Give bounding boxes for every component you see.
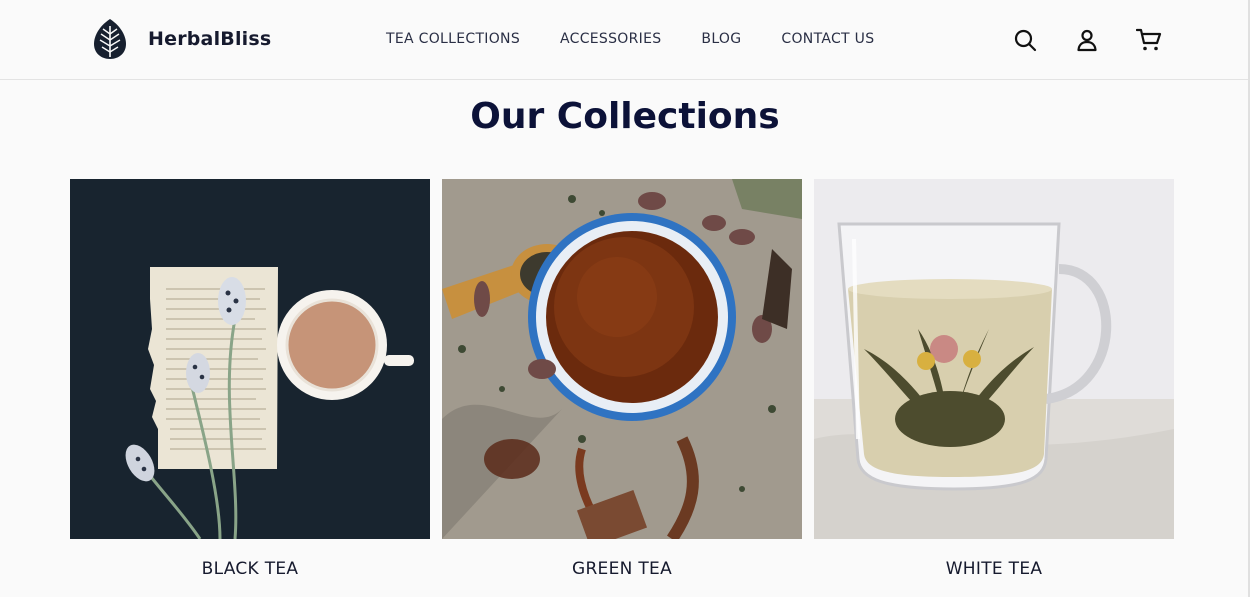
- account-button[interactable]: [1074, 26, 1100, 54]
- cart-icon: [1136, 28, 1162, 51]
- collection-label[interactable]: BLACK TEA: [70, 559, 430, 579]
- black-tea-image[interactable]: [70, 179, 430, 539]
- header-actions: [1012, 26, 1162, 54]
- user-icon: [1077, 29, 1097, 52]
- nav-tea-collections[interactable]: TEA COLLECTIONS: [386, 31, 520, 47]
- collection-card-white-tea[interactable]: WHITE TEA: [814, 179, 1174, 579]
- collection-card-green-tea[interactable]: GREEN TEA: [442, 179, 802, 579]
- white-tea-image[interactable]: [814, 179, 1174, 539]
- nav-contact-us[interactable]: CONTACT US: [781, 31, 874, 47]
- nav-accessories[interactable]: ACCESSORIES: [560, 31, 661, 47]
- collection-label[interactable]: WHITE TEA: [814, 559, 1174, 579]
- leaf-icon: [94, 19, 126, 59]
- cart-button[interactable]: [1136, 26, 1162, 54]
- collection-label[interactable]: GREEN TEA: [442, 559, 802, 579]
- green-tea-image[interactable]: [442, 179, 802, 539]
- site-header: HerbalBliss TEA COLLECTIONS ACCESSORIES …: [0, 0, 1250, 80]
- main-nav: TEA COLLECTIONS ACCESSORIES BLOG CONTACT…: [386, 31, 874, 47]
- collection-card-black-tea[interactable]: BLACK TEA: [70, 179, 430, 579]
- brand-name: HerbalBliss: [148, 28, 272, 50]
- search-button[interactable]: [1012, 26, 1038, 54]
- search-icon: [1014, 29, 1037, 52]
- nav-blog[interactable]: BLOG: [701, 31, 741, 47]
- brand-logo[interactable]: HerbalBliss: [92, 17, 271, 61]
- section-title: Our Collections: [470, 96, 780, 137]
